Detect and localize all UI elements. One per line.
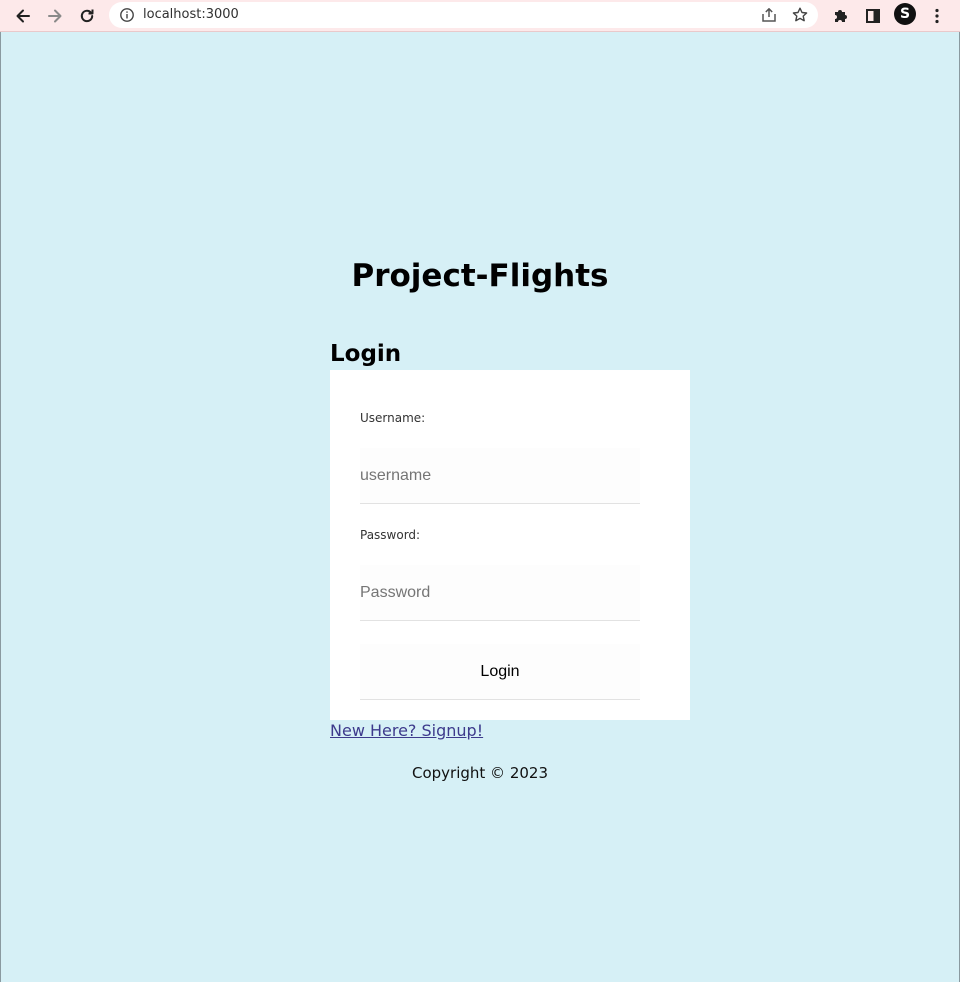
url-text[interactable]: localhost:3000 [143,6,239,24]
reload-icon [80,9,94,23]
extensions-button[interactable] [828,3,854,29]
signup-link[interactable]: New Here? Signup! [330,720,483,742]
side-panel-button[interactable] [860,3,886,29]
browser-toolbar: localhost:3000 S [0,0,960,32]
profile-avatar[interactable]: S [894,3,916,25]
forward-button[interactable] [42,3,68,29]
viewport-left-border [0,32,1,982]
browser-menu-button[interactable] [924,3,950,29]
username-label: Username: [360,411,426,425]
arrow-right-icon [48,9,62,23]
info-icon[interactable] [119,7,135,23]
kebab-menu-icon [935,8,939,24]
password-label: Password: [360,528,421,542]
back-button[interactable] [10,3,36,29]
username-input[interactable] [360,448,640,504]
puzzle-icon [835,10,847,22]
site-title: Project-Flights [351,258,609,294]
login-button[interactable]: Login [360,644,640,700]
side-panel-icon [866,9,880,23]
arrow-left-icon [16,9,30,23]
share-icon[interactable] [760,6,778,24]
login-heading: Login [330,341,402,367]
address-bar[interactable]: localhost:3000 [109,2,818,28]
reload-button[interactable] [74,3,100,29]
password-input[interactable] [360,565,640,621]
star-icon[interactable] [791,6,809,24]
login-form: Username: Password: Login [330,370,690,720]
copyright-text: Copyright © 2023 [411,764,548,782]
